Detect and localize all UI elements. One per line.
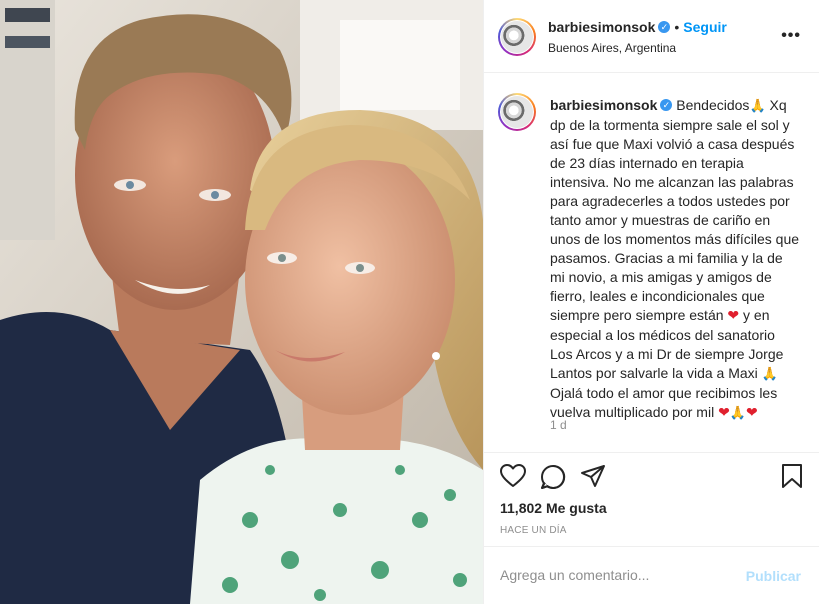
post-side-panel: barbiesimonsok ✓ • Seguir Buenos Aires, Arg… [483,0,819,604]
post-photo[interactable] [0,0,483,604]
caption-username[interactable]: barbiesimonsok [550,97,657,113]
header-username[interactable]: barbiesimonsok [548,19,655,35]
action-bar [484,456,819,496]
caption-part-1: Bendecidos [672,97,750,113]
comment-bubble-icon[interactable] [540,464,566,495]
like-heart-icon[interactable] [500,464,526,493]
caption-part-2: Xq dp de la tormenta siempre sale el sol… [550,97,803,323]
pray-emoji-icon: 🙏 [729,406,746,421]
separator-dot: • [674,19,680,35]
pray-emoji-icon: 🙏 [749,99,766,114]
heart-emoji-icon: ❤ [746,405,758,421]
post-header: barbiesimonsok ✓ • Seguir Buenos Aires, Arg… [484,0,819,73]
caption-time: 1 d [550,418,567,432]
publish-button[interactable]: Publicar [746,568,801,584]
header-user-row: barbiesimonsok ✓ • Seguir [548,19,727,37]
share-send-icon[interactable] [580,464,606,493]
more-options-icon[interactable]: ••• [781,28,801,44]
comments-area: barbiesimonsok ✓ Bendecidos🙏 Xq dp de la … [484,73,819,453]
comment-input[interactable] [500,563,730,587]
selfie-photo [0,0,483,604]
verified-badge-icon: ✓ [658,20,671,33]
follow-button[interactable]: Seguir [683,19,727,35]
save-bookmark-icon[interactable] [781,464,803,493]
likes-count[interactable]: 11,802 Me gusta [500,500,607,516]
comment-bar: Publicar [484,546,819,604]
heart-emoji-icon: ❤ [718,405,730,421]
verified-badge-icon: ✓ [660,99,673,112]
caption-text: barbiesimonsok ✓ Bendecidos🙏 Xq dp de la … [550,96,800,423]
heart-emoji-icon: ❤ [727,308,740,324]
caption-avatar[interactable] [498,93,536,131]
pray-emoji-icon: 🙏 [761,367,778,382]
location-link[interactable]: Buenos Aires, Argentina [548,41,676,55]
posted-time[interactable]: Hace un día [500,525,567,536]
avatar[interactable] [498,18,536,56]
